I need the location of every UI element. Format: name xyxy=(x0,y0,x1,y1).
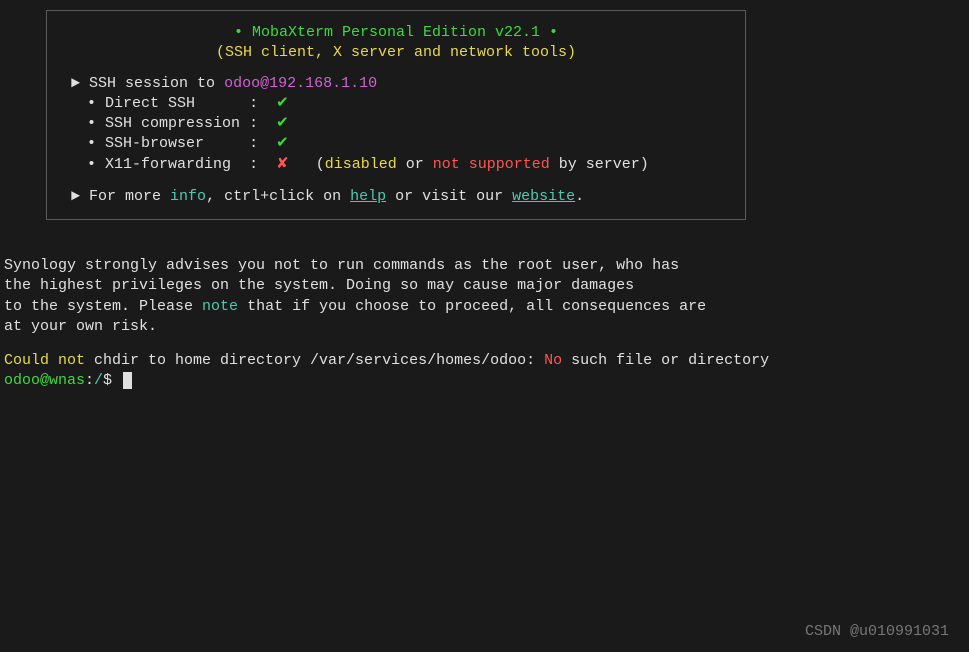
session-line: ► SSH session to odoo@192.168.1.10 xyxy=(71,74,729,94)
error-could-not: Could not xyxy=(4,352,85,369)
x11-label: X11-forwarding : xyxy=(105,156,276,173)
check-icon: ✔ xyxy=(276,95,289,112)
help-link[interactable]: help xyxy=(350,188,386,205)
error-line: Could not chdir to home directory /var/s… xyxy=(4,351,969,371)
more-info: info xyxy=(170,188,206,205)
prompt-path: / xyxy=(94,372,103,389)
session-target: odoo@192.168.1.10 xyxy=(224,75,377,92)
motd-note: note xyxy=(202,298,238,315)
motd-line: to the system. Please note that if you c… xyxy=(4,297,969,317)
motd-line: at your own risk. xyxy=(4,317,969,337)
info-browser: • SSH-browser : ✔ xyxy=(87,134,729,154)
info-compression: • SSH compression : ✔ xyxy=(87,114,729,134)
banner-box: • MobaXterm Personal Edition v22.1 • (SS… xyxy=(46,10,746,220)
arrow-icon: ► xyxy=(71,188,80,205)
banner-title: • MobaXterm Personal Edition v22.1 • xyxy=(234,24,558,41)
x11-disabled: disabled xyxy=(325,156,397,173)
browser-label: SSH-browser : xyxy=(105,135,276,152)
session-label: SSH session to xyxy=(89,75,215,92)
banner-subtitle: (SSH client, X server and network tools) xyxy=(216,44,576,61)
check-icon: ✔ xyxy=(276,135,289,152)
info-x11: • X11-forwarding : ✘ (disabled or not su… xyxy=(87,155,729,175)
motd-line: the highest privileges on the system. Do… xyxy=(4,276,969,296)
motd-line: Synology strongly advises you not to run… xyxy=(4,256,969,276)
info-direct-ssh: • Direct SSH : ✔ xyxy=(87,94,729,114)
prompt-user-host: odoo@wnas xyxy=(4,372,85,389)
terminal-output[interactable]: • MobaXterm Personal Edition v22.1 • (SS… xyxy=(0,10,969,392)
website-link[interactable]: website xyxy=(512,188,575,205)
watermark: CSDN @u010991031 xyxy=(805,622,949,642)
error-no: No xyxy=(544,352,562,369)
prompt-line[interactable]: odoo@wnas:/$ xyxy=(4,371,969,391)
cursor-icon xyxy=(123,372,132,389)
cross-icon: ✘ xyxy=(276,156,289,173)
arrow-icon: ► xyxy=(71,75,80,92)
banner-header: • MobaXterm Personal Edition v22.1 • (SS… xyxy=(63,23,729,64)
direct-ssh-label: Direct SSH : xyxy=(105,95,276,112)
compression-label: SSH compression : xyxy=(105,115,276,132)
check-icon: ✔ xyxy=(276,115,289,132)
more-info-line: ► For more info, ctrl+click on help or v… xyxy=(71,187,729,207)
motd-text: Synology strongly advises you not to run… xyxy=(4,256,969,337)
x11-not-supported: not supported xyxy=(433,156,550,173)
